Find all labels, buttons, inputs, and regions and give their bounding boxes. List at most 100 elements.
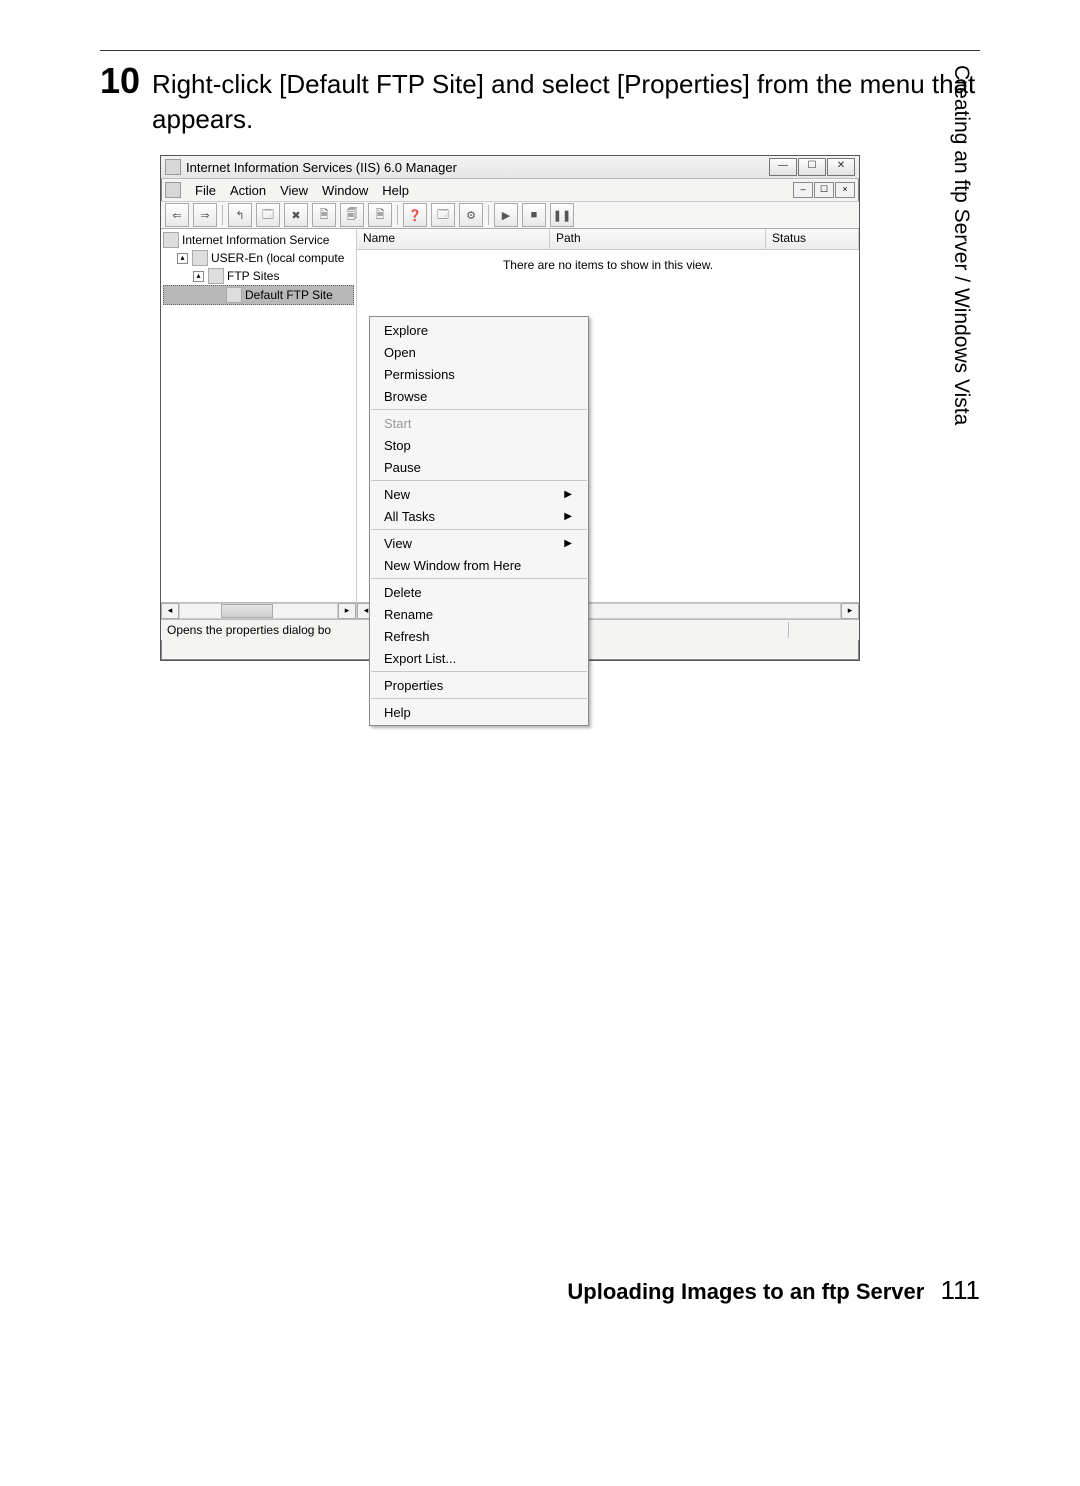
scroll-thumb[interactable]: [221, 604, 273, 618]
context-menu[interactable]: Explore Open Permissions Browse Start Stop Pau…: [369, 316, 589, 726]
context-menu-item-label: Explore: [384, 323, 428, 338]
mdi-icon: [165, 182, 181, 198]
scroll-right-arrow[interactable]: ▸: [841, 603, 859, 619]
context-menu-item-browse[interactable]: Browse: [370, 385, 588, 407]
column-status[interactable]: Status: [766, 229, 859, 249]
forward-button[interactable]: ⇒: [193, 203, 217, 227]
tree-node-label: FTP Sites: [227, 269, 279, 283]
properties-button[interactable]: 🗎: [312, 203, 336, 227]
tree-node-label: USER-En (local compute: [211, 251, 344, 265]
section-side-label: Creating an ftp Server / Windows Vista: [951, 65, 972, 425]
context-menu-separator: [371, 529, 587, 530]
context-menu-item-label: Pause: [384, 460, 421, 475]
toolbar-separator: [396, 204, 399, 226]
scroll-left-arrow[interactable]: ◂: [161, 603, 179, 619]
start-button[interactable]: ▶: [494, 203, 518, 227]
tree-panel[interactable]: Internet Information Service ▴ USER-En (…: [161, 229, 357, 619]
pause-button[interactable]: ❚❚: [550, 203, 574, 227]
context-menu-item-open[interactable]: Open: [370, 341, 588, 363]
context-menu-item-label: Start: [384, 416, 411, 431]
connect-button[interactable]: ⚙: [459, 203, 483, 227]
context-menu-item-explore[interactable]: Explore: [370, 319, 588, 341]
show-hide-button[interactable]: 🗔: [256, 203, 280, 227]
screenshot-container: Internet Information Services (IIS) 6.0 …: [160, 155, 860, 785]
window-button[interactable]: 🗔: [431, 203, 455, 227]
tree-scrollbar[interactable]: ◂ ▸: [161, 602, 356, 619]
context-menu-item-label: New: [384, 487, 410, 502]
context-menu-item-delete[interactable]: Delete: [370, 581, 588, 603]
context-menu-item-label: Properties: [384, 678, 443, 693]
context-menu-item-pause[interactable]: Pause: [370, 456, 588, 478]
step-text: Right-click [Default FTP Site] and selec…: [152, 67, 980, 137]
context-menu-separator: [371, 409, 587, 410]
context-menu-item-label: Permissions: [384, 367, 455, 382]
tree-node-label: Default FTP Site: [245, 288, 333, 302]
context-menu-item-label: Rename: [384, 607, 433, 622]
maximize-button[interactable]: ☐: [798, 158, 826, 176]
context-menu-separator: [371, 578, 587, 579]
status-divider: [788, 622, 789, 638]
context-menu-item-start: Start: [370, 412, 588, 434]
window-title: Internet Information Services (IIS) 6.0 …: [186, 160, 769, 175]
footer-page-number: 111: [940, 1275, 980, 1305]
context-menu-item-properties[interactable]: Properties: [370, 674, 588, 696]
collapse-icon[interactable]: ▴: [177, 253, 188, 264]
tree-node-default-ftp-site[interactable]: Default FTP Site: [163, 285, 354, 305]
menu-help[interactable]: Help: [382, 183, 409, 198]
tree-node-iis[interactable]: Internet Information Service: [163, 231, 354, 249]
title-bar[interactable]: Internet Information Services (IIS) 6.0 …: [161, 156, 859, 179]
context-menu-item-refresh[interactable]: Refresh: [370, 625, 588, 647]
minimize-button[interactable]: —: [769, 158, 797, 176]
window-controls: — ☐ ✕: [769, 158, 855, 176]
refresh-button[interactable]: 🗐: [340, 203, 364, 227]
context-menu-item-rename[interactable]: Rename: [370, 603, 588, 625]
export-button[interactable]: 🗎: [368, 203, 392, 227]
context-menu-item-new-window-from-here[interactable]: New Window from Here: [370, 554, 588, 576]
folder-icon: [208, 268, 224, 284]
column-path[interactable]: Path: [550, 229, 766, 249]
toolbar: ⇐ ⇒ ↰ 🗔 ✖ 🗎 🗐 🗎 ❓ 🗔 ⚙ ▶ ■ ❚❚: [161, 202, 859, 229]
submenu-arrow-icon: ▶: [564, 511, 572, 522]
context-menu-item-new[interactable]: New ▶: [370, 483, 588, 505]
menu-action[interactable]: Action: [230, 183, 266, 198]
footer-title: Uploading Images to an ftp Server: [567, 1279, 924, 1304]
context-menu-item-label: Help: [384, 705, 411, 720]
context-menu-item-view[interactable]: View▶: [370, 532, 588, 554]
context-menu-separator: [371, 698, 587, 699]
collapse-icon[interactable]: ▴: [193, 271, 204, 282]
page-footer: Uploading Images to an ftp Server 111: [567, 1275, 980, 1306]
mdi-minimize-button[interactable]: –: [793, 182, 813, 198]
submenu-arrow-icon: ▶: [564, 489, 572, 500]
context-menu-item-stop[interactable]: Stop: [370, 434, 588, 456]
mdi-restore-button[interactable]: ☐: [814, 182, 834, 198]
column-name[interactable]: Name: [357, 229, 550, 249]
tree-node-ftp-sites[interactable]: ▴ FTP Sites: [163, 267, 354, 285]
tree-node-computer[interactable]: ▴ USER-En (local compute: [163, 249, 354, 267]
context-menu-item-permissions[interactable]: Permissions: [370, 363, 588, 385]
menu-window[interactable]: Window: [322, 183, 368, 198]
toolbar-separator: [221, 204, 224, 226]
page-top-rule: [100, 50, 980, 51]
up-button[interactable]: ↰: [228, 203, 252, 227]
step-number: 10: [100, 63, 140, 99]
stop-button[interactable]: ■: [522, 203, 546, 227]
context-menu-item-label: Browse: [384, 389, 427, 404]
menu-file[interactable]: File: [195, 183, 216, 198]
context-menu-item-label: All Tasks: [384, 509, 435, 524]
context-menu-item-label: Delete: [384, 585, 422, 600]
close-button[interactable]: ✕: [827, 158, 855, 176]
globe-icon: [226, 287, 242, 303]
mdi-close-button[interactable]: ×: [835, 182, 855, 198]
context-menu-item-help[interactable]: Help: [370, 701, 588, 723]
back-button[interactable]: ⇐: [165, 203, 189, 227]
context-menu-item-export-list[interactable]: Export List...: [370, 647, 588, 669]
help-button[interactable]: ❓: [403, 203, 427, 227]
computer-icon: [192, 250, 208, 266]
toolbar-separator: [487, 204, 490, 226]
menu-view[interactable]: View: [280, 183, 308, 198]
scroll-right-arrow[interactable]: ▸: [338, 603, 356, 619]
server-icon: [163, 232, 179, 248]
context-menu-item-all-tasks[interactable]: All Tasks ▶: [370, 505, 588, 527]
delete-button[interactable]: ✖: [284, 203, 308, 227]
tree-node-label: Internet Information Service: [182, 233, 329, 247]
